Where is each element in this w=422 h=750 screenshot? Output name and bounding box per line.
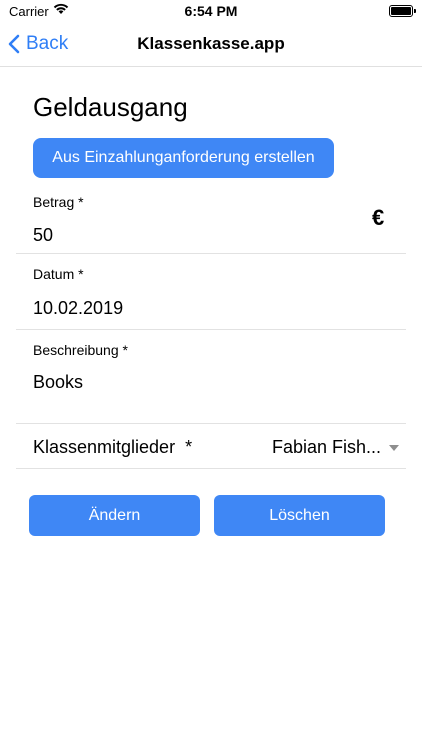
divider [16,329,406,330]
klassenmitglieder-selected: Fabian Fish... [272,437,382,457]
betrag-field[interactable]: 50 [33,225,53,246]
status-bar: Carrier 6:54 PM [0,0,422,22]
create-from-request-button[interactable]: Aus Einzahlunganforderung erstellen [33,138,334,178]
beschreibung-label: Beschreibung * [33,342,128,358]
euro-icon: € [372,205,385,230]
battery-icon [389,5,416,17]
datum-field[interactable]: 10.02.2019 [33,298,123,319]
beschreibung-field[interactable]: Books [33,372,83,393]
divider [16,253,406,254]
nav-title: Klassenkasse.app [137,34,285,53]
status-time: 6:54 PM [184,3,238,19]
delete-button[interactable]: Löschen [214,495,385,536]
klassenmitglieder-select[interactable]: Fabian Fish... [272,437,400,458]
dropdown-caret-icon [389,444,400,451]
navigation-bar: Back Klassenkasse.app [0,22,422,67]
divider [16,423,406,424]
klassenmitglieder-label: Klassenmitglieder * [33,437,193,457]
betrag-label: Betrag * [33,194,84,210]
change-button[interactable]: Ändern [29,495,200,536]
datum-label: Datum * [33,266,84,282]
divider [16,468,406,469]
page-title: Geldausgang [33,92,188,122]
